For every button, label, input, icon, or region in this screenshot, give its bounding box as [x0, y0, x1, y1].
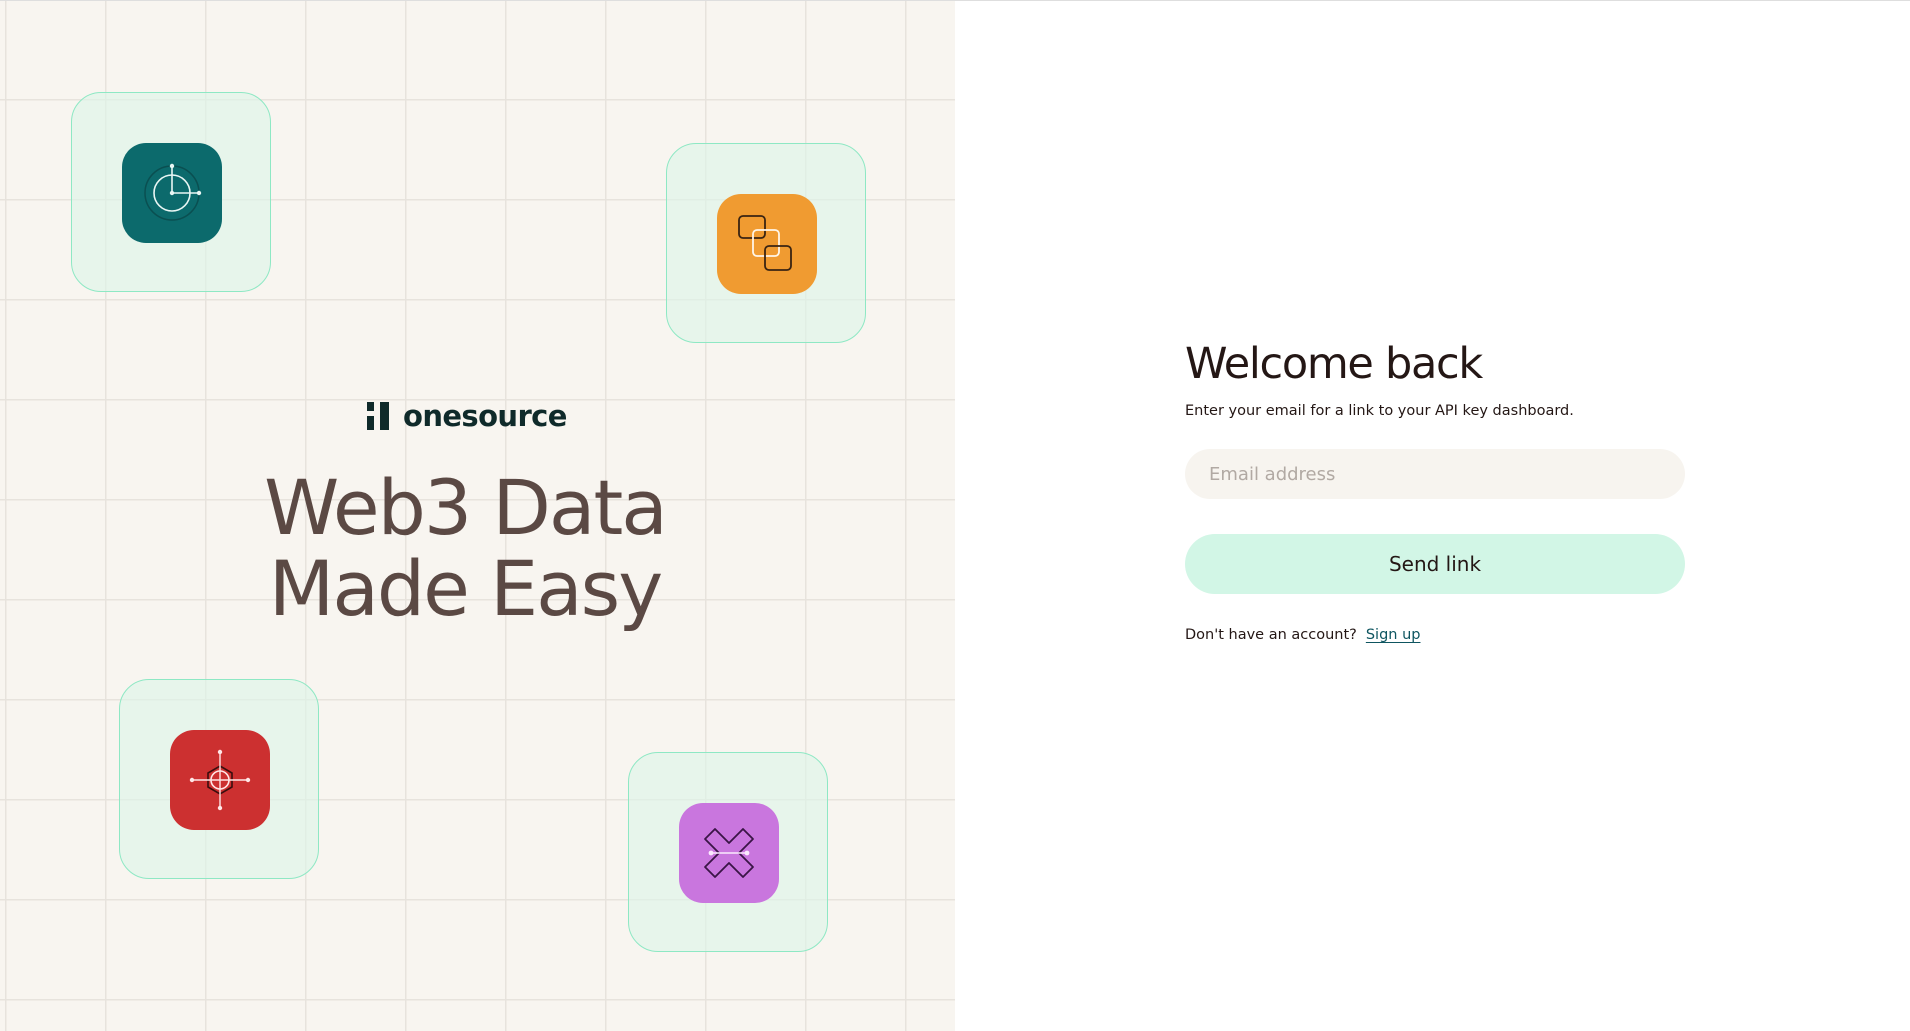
- feature-tile-clock: [71, 92, 271, 292]
- login-form: Welcome back Enter your email for a link…: [1185, 339, 1685, 643]
- onesource-logo-icon: [367, 402, 389, 430]
- login-page: onesource Web3 Data Made Easy Welcome ba…: [0, 0, 1910, 1031]
- feature-tile-squares: [666, 143, 866, 343]
- brand-logo: onesource: [367, 399, 567, 433]
- feature-tile-hexagon: [119, 679, 319, 879]
- clock-node-icon: [122, 143, 222, 243]
- feature-tile-cross: [628, 752, 828, 952]
- hero-headline: Web3 Data Made Easy: [0, 467, 930, 629]
- crossed-links-icon: [679, 803, 779, 903]
- login-panel: Welcome back Enter your email for a link…: [955, 1, 1910, 1031]
- email-field[interactable]: [1185, 449, 1685, 499]
- page-subtitle: Enter your email for a link to your API …: [1185, 403, 1574, 419]
- overlapping-squares-icon: [717, 194, 817, 294]
- brand-name: onesource: [403, 399, 567, 433]
- signup-row: Don't have an account? Sign up: [1185, 627, 1685, 643]
- hero-line-1: Web3 Data: [264, 463, 668, 552]
- hexagon-nodes-icon: [170, 730, 270, 830]
- send-link-button[interactable]: Send link: [1185, 534, 1685, 594]
- hero-panel: onesource Web3 Data Made Easy: [0, 1, 955, 1031]
- signup-prompt: Don't have an account?: [1185, 627, 1357, 643]
- page-title: Welcome back: [1185, 339, 1483, 389]
- hero-line-2: Made Easy: [268, 544, 663, 633]
- signup-link[interactable]: Sign up: [1366, 627, 1421, 643]
